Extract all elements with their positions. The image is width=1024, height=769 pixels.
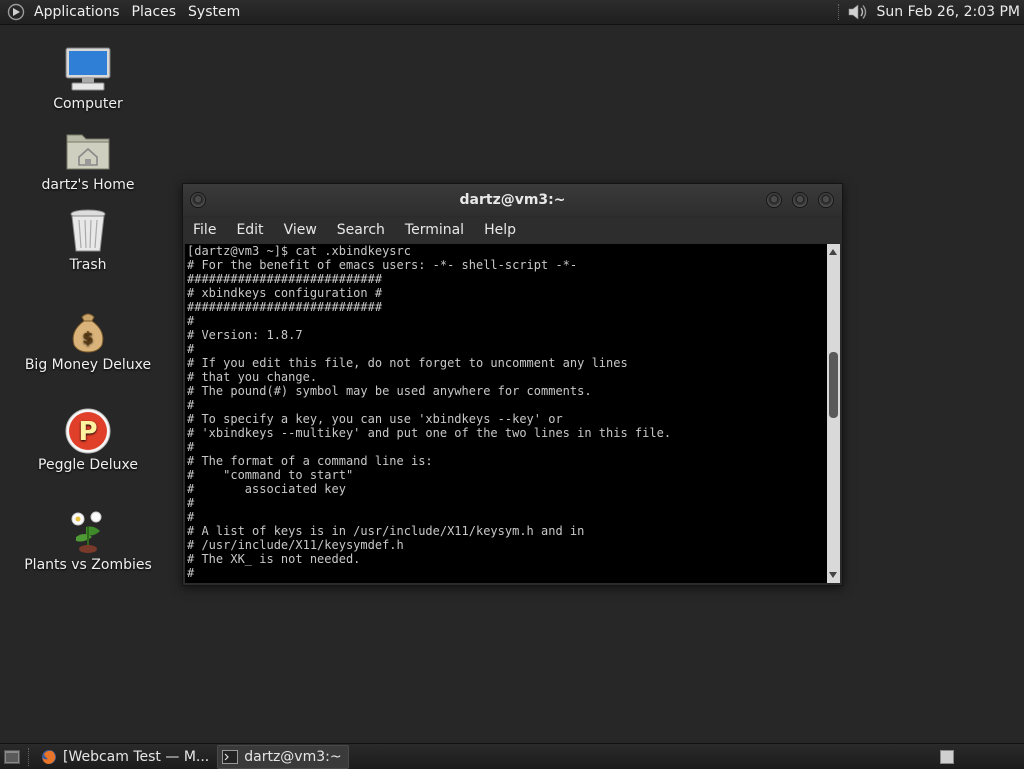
- top-panel-tray: Sun Feb 26, 2:03 PM: [837, 0, 1024, 24]
- taskbar-item-label: dartz@vm3:~: [244, 748, 342, 765]
- terminal-line: # For the benefit of emacs users: -*- sh…: [187, 258, 578, 272]
- terminal-line: #: [187, 398, 195, 412]
- terminal-line: # The format of a command line is:: [187, 454, 433, 468]
- menu-terminal[interactable]: Terminal: [395, 222, 474, 238]
- terminal-line: ###########################: [187, 300, 383, 314]
- terminal-line: [dartz@vm3 ~]$ cat .xbindkeysrc: [187, 244, 411, 258]
- desktop-icon-label: Trash: [69, 257, 107, 273]
- terminal-line: ###########################: [187, 272, 383, 286]
- terminal-line: # 'xbindkeys --multikey' and put one of …: [187, 426, 672, 440]
- desktop-icon-label: Plants vs Zombies: [24, 557, 152, 573]
- terminal-line: # The XK_ is not needed.: [187, 552, 361, 566]
- terminal-line: #: [187, 566, 195, 580]
- scrollbar-thumb[interactable]: [829, 351, 838, 418]
- menu-file[interactable]: File: [183, 222, 226, 238]
- trash-icon: [64, 207, 112, 255]
- desktop-icon-label: Big Money Deluxe: [24, 357, 152, 373]
- desktop-icon-label: dartz's Home: [41, 177, 135, 193]
- maximize-button[interactable]: [792, 192, 808, 208]
- workspace-switcher-icon[interactable]: [940, 749, 954, 764]
- desktop-icon-label: Computer: [53, 96, 123, 112]
- volume-icon[interactable]: [847, 2, 869, 22]
- plant-icon: [64, 507, 112, 555]
- window-title: dartz@vm3:~: [459, 192, 566, 208]
- terminal-line: # xbindkeys configuration #: [187, 286, 383, 300]
- bottom-panel: [Webcam Test — M... dartz@vm3:~: [0, 743, 1024, 769]
- computer-icon: [64, 46, 112, 94]
- window-menu-button[interactable]: [190, 192, 206, 208]
- terminal-line: #: [187, 440, 195, 454]
- show-desktop-icon[interactable]: [4, 749, 20, 764]
- terminal-line: # associated key: [187, 482, 346, 496]
- terminal-line: # The pound(#) symbol may be used anywhe…: [187, 384, 592, 398]
- money-bag-icon: $: [64, 307, 112, 355]
- terminal-line: #: [187, 496, 195, 510]
- scroll-down-arrow-icon[interactable]: [829, 572, 837, 578]
- terminal-line: # A list of keys is in /usr/include/X11/…: [187, 524, 585, 538]
- terminal-menubar: File Edit View Search Terminal Help: [183, 217, 842, 243]
- terminal-line: #: [187, 314, 195, 328]
- terminal-icon: [222, 749, 239, 765]
- panel-separator: [28, 747, 31, 766]
- home-folder-icon: [64, 127, 112, 175]
- terminal-line: # "command to start": [187, 468, 354, 482]
- desktop-icon-label: Peggle Deluxe: [38, 457, 138, 473]
- terminal-scrollbar[interactable]: [827, 244, 840, 583]
- panel-separator: [837, 4, 841, 20]
- menu-edit[interactable]: Edit: [226, 222, 273, 238]
- applications-menu[interactable]: Applications: [32, 4, 128, 20]
- svg-text:$: $: [82, 328, 93, 347]
- places-menu[interactable]: Places: [130, 4, 185, 20]
- terminal-line: # Version: 1.8.7: [187, 328, 303, 342]
- svg-text:P: P: [78, 417, 97, 447]
- taskbar-item-webcam-test[interactable]: [Webcam Test — M...: [37, 746, 215, 768]
- scroll-up-arrow-icon[interactable]: [829, 249, 837, 255]
- menu-search[interactable]: Search: [327, 222, 395, 238]
- peggle-icon: P: [64, 407, 112, 455]
- clock[interactable]: Sun Feb 26, 2:03 PM: [877, 4, 1020, 20]
- desktop-icon-computer[interactable]: Computer: [18, 46, 158, 112]
- terminal-window: dartz@vm3:~ File Edit View Search Termin…: [182, 183, 843, 586]
- taskbar-item-terminal[interactable]: dartz@vm3:~: [217, 744, 349, 769]
- desktop-icon-home[interactable]: dartz's Home: [18, 127, 158, 193]
- taskbar-item-label: [Webcam Test — M...: [63, 748, 210, 765]
- terminal-line: # If you edit this file, do not forget t…: [187, 356, 628, 370]
- terminal-line: #: [187, 510, 195, 524]
- close-button[interactable]: [818, 192, 834, 208]
- desktop-icon-big-money[interactable]: $ Big Money Deluxe: [18, 307, 158, 373]
- system-menu[interactable]: System: [186, 4, 248, 20]
- desktop-icon-trash[interactable]: Trash: [18, 207, 158, 273]
- desktop-icon-peggle[interactable]: P Peggle Deluxe: [18, 407, 158, 473]
- terminal-line: #: [187, 342, 195, 356]
- window-titlebar[interactable]: dartz@vm3:~: [183, 184, 842, 216]
- terminal-line: # To specify a key, you can use 'xbindke…: [187, 412, 563, 426]
- desktop-icon-plants-vs-zombies[interactable]: Plants vs Zombies: [18, 507, 158, 573]
- gnome-foot-icon[interactable]: [6, 2, 26, 22]
- minimize-button[interactable]: [766, 192, 782, 208]
- terminal-line: # /usr/include/X11/keysymdef.h: [187, 538, 404, 552]
- terminal-output[interactable]: [dartz@vm3 ~]$ cat .xbindkeysrc # For the…: [185, 244, 827, 583]
- menu-view[interactable]: View: [274, 222, 327, 238]
- firefox-icon: [41, 749, 57, 765]
- top-panel: Applications Places System Sun Feb 26, 2…: [0, 0, 1024, 25]
- terminal-line: # that you change.: [187, 370, 318, 384]
- menu-help[interactable]: Help: [474, 222, 526, 238]
